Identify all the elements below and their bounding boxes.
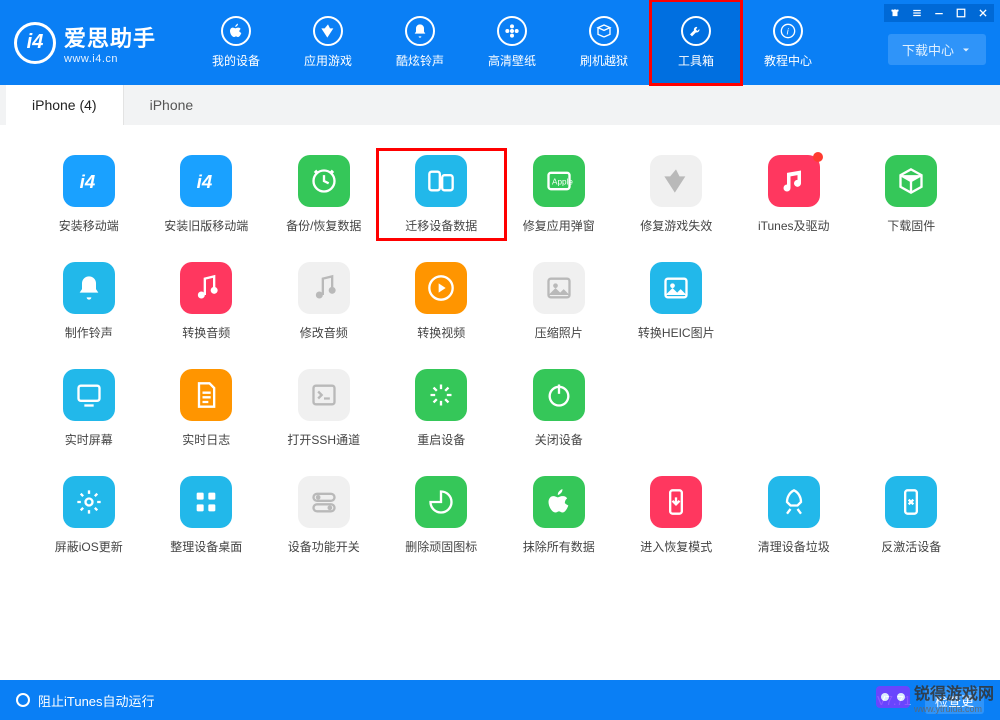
appstore-icon bbox=[650, 155, 702, 207]
dropdown-icon[interactable] bbox=[906, 4, 928, 22]
flower-icon bbox=[497, 16, 527, 46]
appstore-icon bbox=[313, 16, 343, 46]
tool-tidy-desktop[interactable]: 整理设备桌面 bbox=[148, 476, 266, 555]
tool-convert-heic[interactable]: 转换HEIC图片 bbox=[618, 262, 736, 341]
tab-iphone[interactable]: iPhone bbox=[124, 85, 220, 125]
status-left[interactable]: 阻止iTunes自动运行 bbox=[16, 691, 155, 710]
nav-tutorials[interactable]: 教程中心 bbox=[742, 0, 834, 85]
tab-iphone4[interactable]: iPhone (4) bbox=[6, 85, 124, 125]
pie-icon bbox=[415, 476, 467, 528]
status-text: 阻止iTunes自动运行 bbox=[38, 691, 155, 710]
brand-title: 爱思助手 bbox=[64, 21, 156, 53]
image-icon bbox=[533, 262, 585, 314]
i4-icon bbox=[180, 155, 232, 207]
download-icon bbox=[960, 44, 972, 56]
note-icon bbox=[180, 262, 232, 314]
tool-reboot[interactable]: 重启设备 bbox=[383, 369, 501, 448]
phone-x-icon bbox=[885, 476, 937, 528]
nav-my-device[interactable]: 我的设备 bbox=[190, 0, 282, 85]
minimize-button[interactable] bbox=[928, 4, 950, 22]
tool-compress-photo[interactable]: 压缩照片 bbox=[500, 262, 618, 341]
devices-icon bbox=[415, 155, 467, 207]
shirt-icon[interactable] bbox=[884, 4, 906, 22]
appleid-icon bbox=[533, 155, 585, 207]
status-indicator-icon bbox=[16, 693, 30, 707]
tools-grid: 安装移动端 安装旧版移动端 备份/恢复数据 迁移设备数据 修复应用弹窗 修复游戏… bbox=[30, 155, 970, 555]
clock-icon bbox=[298, 155, 350, 207]
phone-dl-icon bbox=[650, 476, 702, 528]
gear-icon bbox=[63, 476, 115, 528]
image-icon bbox=[650, 262, 702, 314]
nav-flash[interactable]: 刷机越狱 bbox=[558, 0, 650, 85]
version-label: V7.71 bbox=[877, 693, 911, 708]
tool-fix-game[interactable]: 修复游戏失效 bbox=[618, 155, 736, 234]
tool-feature-toggle[interactable]: 设备功能开关 bbox=[265, 476, 383, 555]
toolbox-content: 安装移动端 安装旧版移动端 备份/恢复数据 迁移设备数据 修复应用弹窗 修复游戏… bbox=[0, 125, 1000, 680]
play-icon bbox=[415, 262, 467, 314]
tool-convert-audio[interactable]: 转换音频 bbox=[148, 262, 266, 341]
brand: i4 爱思助手 www.i4.cn bbox=[0, 0, 190, 85]
maximize-button[interactable] bbox=[950, 4, 972, 22]
tool-open-ssh[interactable]: 打开SSH通道 bbox=[265, 369, 383, 448]
check-update-button[interactable]: 检查更 bbox=[925, 687, 984, 714]
apple-icon bbox=[221, 16, 251, 46]
wrench-icon bbox=[681, 16, 711, 46]
doc-icon bbox=[180, 369, 232, 421]
note-icon bbox=[298, 262, 350, 314]
top-bar: i4 爱思助手 www.i4.cn 我的设备应用游戏酷炫铃声高清壁纸刷机越狱工具… bbox=[0, 0, 1000, 85]
tool-remove-stubborn[interactable]: 删除顽固图标 bbox=[383, 476, 501, 555]
tool-fix-popup[interactable]: 修复应用弹窗 bbox=[500, 155, 618, 234]
close-button[interactable] bbox=[972, 4, 994, 22]
tool-block-ios-update[interactable]: 屏蔽iOS更新 bbox=[30, 476, 148, 555]
tool-erase-all[interactable]: 抹除所有数据 bbox=[500, 476, 618, 555]
device-tabs: iPhone (4)iPhone bbox=[0, 85, 1000, 125]
tool-real-log[interactable]: 实时日志 bbox=[148, 369, 266, 448]
nav-ringtones[interactable]: 酷炫铃声 bbox=[374, 0, 466, 85]
power-icon bbox=[533, 369, 585, 421]
bell-icon bbox=[63, 262, 115, 314]
tool-clean-junk[interactable]: 清理设备垃圾 bbox=[735, 476, 853, 555]
download-center-label: 下载中心 bbox=[902, 40, 954, 59]
tool-itunes-driver[interactable]: iTunes及驱动 bbox=[735, 155, 853, 234]
nav-app-games[interactable]: 应用游戏 bbox=[282, 0, 374, 85]
nav-toolbox[interactable]: 工具箱 bbox=[650, 0, 742, 85]
box-icon bbox=[589, 16, 619, 46]
tool-install-legacy[interactable]: 安装旧版移动端 bbox=[148, 155, 266, 234]
tool-deactivate[interactable]: 反激活设备 bbox=[853, 476, 971, 555]
tool-recovery-mode[interactable]: 进入恢复模式 bbox=[618, 476, 736, 555]
status-bar: 阻止iTunes自动运行 V7.71 检查更 bbox=[0, 680, 1000, 720]
tool-install-mobile[interactable]: 安装移动端 bbox=[30, 155, 148, 234]
tool-backup-restore[interactable]: 备份/恢复数据 bbox=[265, 155, 383, 234]
monitor-icon bbox=[63, 369, 115, 421]
brand-subtitle: www.i4.cn bbox=[64, 53, 156, 65]
loading-icon bbox=[415, 369, 467, 421]
info-icon bbox=[773, 16, 803, 46]
tool-download-fw[interactable]: 下载固件 bbox=[853, 155, 971, 234]
tool-make-ringtone[interactable]: 制作铃声 bbox=[30, 262, 148, 341]
notification-dot bbox=[813, 152, 823, 162]
grid-icon bbox=[180, 476, 232, 528]
tool-convert-video[interactable]: 转换视频 bbox=[383, 262, 501, 341]
tool-edit-audio[interactable]: 修改音频 bbox=[265, 262, 383, 341]
i4-icon bbox=[63, 155, 115, 207]
tool-shutdown[interactable]: 关闭设备 bbox=[500, 369, 618, 448]
download-center-button[interactable]: 下载中心 bbox=[888, 34, 986, 65]
cube-icon bbox=[885, 155, 937, 207]
tool-migrate[interactable]: 迁移设备数据 bbox=[383, 155, 501, 234]
tool-real-screen[interactable]: 实时屏幕 bbox=[30, 369, 148, 448]
toggles-icon bbox=[298, 476, 350, 528]
main-nav: 我的设备应用游戏酷炫铃声高清壁纸刷机越狱工具箱教程中心 bbox=[190, 0, 1000, 85]
nav-wallpapers[interactable]: 高清壁纸 bbox=[466, 0, 558, 85]
terminal-icon bbox=[298, 369, 350, 421]
rocket-icon bbox=[768, 476, 820, 528]
brand-logo-icon: i4 bbox=[14, 22, 56, 64]
music-icon bbox=[768, 155, 820, 207]
apple-icon bbox=[533, 476, 585, 528]
bell-icon bbox=[405, 16, 435, 46]
window-controls bbox=[884, 4, 994, 22]
